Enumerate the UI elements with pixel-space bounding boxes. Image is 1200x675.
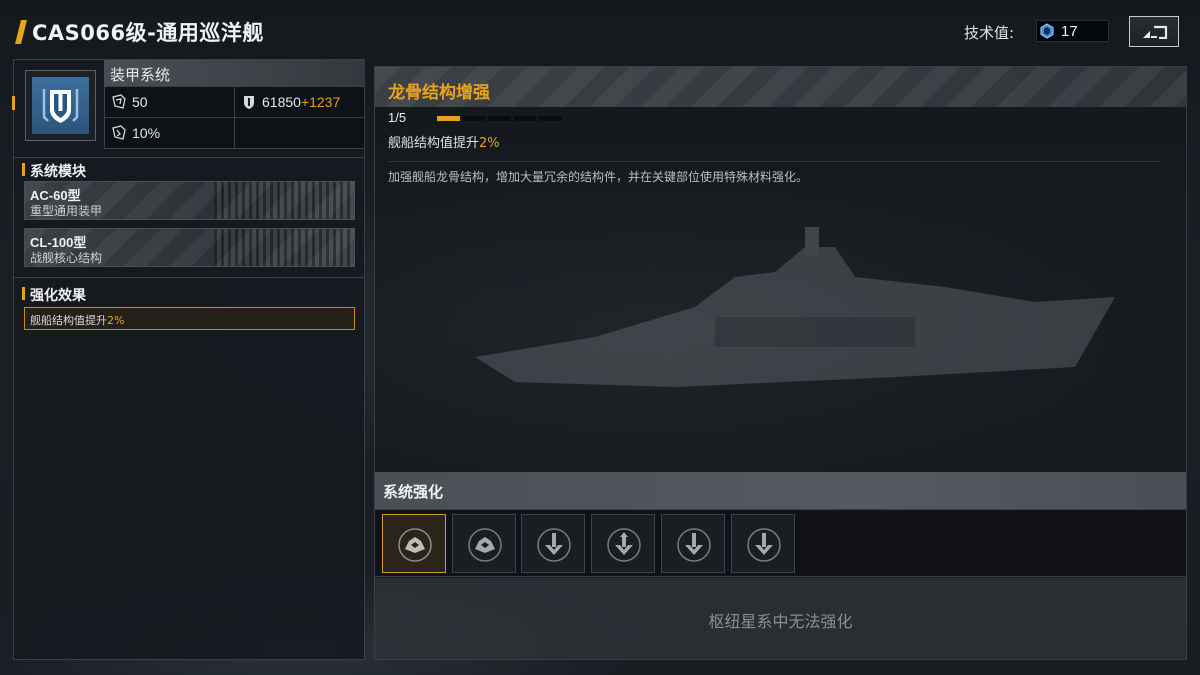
armor-icon-background <box>32 77 89 134</box>
ship-silhouette-image <box>475 227 1115 387</box>
armor-plate-icon <box>468 528 502 562</box>
structure-arrow-icon <box>747 528 781 562</box>
armor-system-panel: 装甲系统 50 61850 +1237 10% 系统模块 AC-60型 重型通用… <box>12 59 365 660</box>
detail-effect-value: 2% <box>479 136 500 151</box>
tech-value-box: 17 <box>1036 20 1109 42</box>
detail-description: 加强舰船龙骨结构，增加大量冗余的结构件，并在关键部位使用特殊材料强化。 <box>388 170 809 184</box>
enhance-disabled-area: 枢纽星系中无法强化 <box>375 578 1186 660</box>
tech-crystal-icon <box>1040 23 1054 39</box>
tech-value: 17 <box>1061 22 1078 40</box>
level-text: 1/5 <box>388 110 407 125</box>
back-arrow-icon <box>1143 25 1168 39</box>
enhance-slot-3[interactable] <box>521 514 585 573</box>
system-enhance-title: 系统强化 <box>383 483 444 501</box>
structure-arrow-icon <box>537 528 571 562</box>
tech-value-label: 技术值: <box>964 24 1015 42</box>
stat-cell-empty <box>234 117 365 149</box>
structure-stat-icon <box>244 96 254 109</box>
module-subtitle: 重型通用装甲 <box>30 204 103 218</box>
stat-structure-value: 61850 <box>262 94 301 110</box>
effects-section-label: 强化效果 <box>30 288 86 304</box>
back-button[interactable] <box>1129 16 1179 47</box>
stat-armor-value: 50 <box>132 94 148 110</box>
stat-cell-structure: 61850 +1237 <box>234 86 365 118</box>
armor-shield-icon <box>42 89 79 123</box>
enhance-slot-1[interactable] <box>382 514 446 573</box>
effect-text-prefix: 舰船结构值提升 <box>30 314 107 327</box>
effect-text: 舰船结构值提升2% <box>30 312 124 328</box>
stat-structure-bonus: +1237 <box>300 94 341 110</box>
selection-marker <box>12 96 15 110</box>
stat-reduction-value: 10% <box>132 125 161 141</box>
armor-plate-icon <box>398 528 432 562</box>
armor-stat-icon <box>112 94 126 109</box>
level-segment <box>462 116 486 121</box>
enhance-disabled-message: 枢纽星系中无法强化 <box>708 612 853 631</box>
effects-section-title: 强化效果 <box>22 285 86 305</box>
detail-effect-prefix: 舰船结构值提升 <box>388 136 480 151</box>
reduction-stat-icon <box>112 125 126 140</box>
module-art <box>214 229 354 266</box>
module-card-1[interactable]: AC-60型 重型通用装甲 <box>24 181 355 220</box>
header-bar: CAS066级-通用巡洋舰 技术值: 17 <box>0 0 1200 60</box>
detail-title-bar: 龙骨结构增强 <box>375 67 1186 107</box>
armor-icon-frame[interactable] <box>25 70 96 141</box>
detail-effect: 舰船结构值提升2% <box>388 132 500 151</box>
level-segment <box>539 116 562 121</box>
level-segment <box>437 116 460 121</box>
effect-item: 舰船结构值提升2% <box>24 307 355 330</box>
module-subtitle: 战舰核心结构 <box>30 251 103 265</box>
armor-system-title: 装甲系统 <box>110 66 171 84</box>
armor-title-bar: 装甲系统 <box>104 60 365 86</box>
enhance-slot-4[interactable] <box>591 514 655 573</box>
stat-cell-armor: 50 <box>104 86 235 118</box>
enhance-slots-row <box>375 509 1186 577</box>
title-accent-mark <box>15 20 27 44</box>
stat-cell-reduction: 10% <box>104 117 235 149</box>
module-art <box>214 182 354 219</box>
effect-text-value: 2% <box>107 314 125 327</box>
level-progress-bar <box>437 116 562 121</box>
enhancement-detail-panel: 龙骨结构增强 1/5 舰船结构值提升2% 加强舰船龙骨结构，增加大量冗余的结构件… <box>374 66 1187 660</box>
enhance-slot-5[interactable] <box>661 514 725 573</box>
modules-section-title: 系统模块 <box>22 161 86 181</box>
divider <box>14 277 364 278</box>
armor-stat-grid: 50 61850 +1237 10% <box>104 86 365 152</box>
detail-title: 龙骨结构增强 <box>388 83 490 103</box>
level-segment <box>513 116 537 121</box>
system-enhance-bar: 系统强化 <box>375 472 1186 509</box>
module-card-2[interactable]: CL-100型 战舰核心结构 <box>24 228 355 267</box>
structure-arrow-icon <box>677 528 711 562</box>
page-title: CAS066级-通用巡洋舰 <box>32 21 264 45</box>
modules-section-label: 系统模块 <box>30 164 86 180</box>
structure-arrow-icon <box>607 528 641 562</box>
enhance-slot-2[interactable] <box>452 514 516 573</box>
divider <box>388 161 1161 162</box>
enhance-slot-6[interactable] <box>731 514 795 573</box>
level-segment <box>488 116 511 121</box>
divider <box>14 157 364 158</box>
